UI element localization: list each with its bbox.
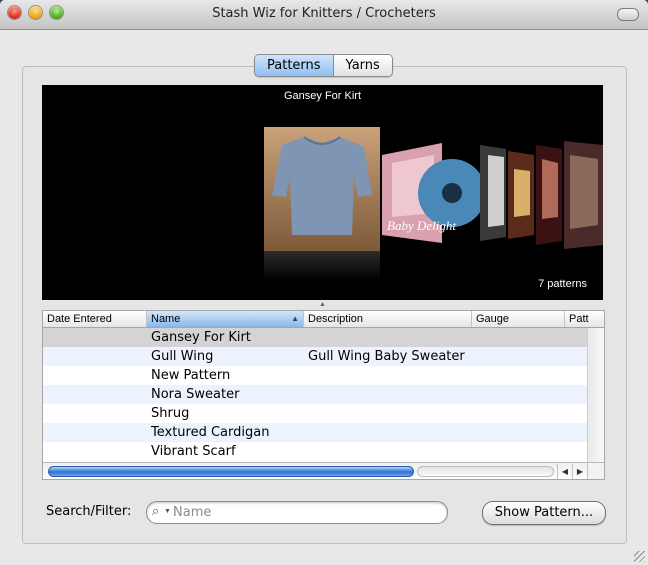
table-row[interactable]: Shrug <box>43 404 587 423</box>
table-row[interactable]: Nora Sweater <box>43 385 587 404</box>
column-pattern[interactable]: Patt <box>565 311 604 327</box>
show-pattern-button[interactable]: Show Pattern... <box>482 501 606 525</box>
horizontal-scrollbar[interactable]: ◀ ▶ <box>43 462 604 479</box>
scroll-corner <box>587 463 604 479</box>
scroll-right-icon[interactable]: ▶ <box>572 464 587 479</box>
column-name[interactable]: Name ▲ <box>147 311 304 327</box>
window-title: Stash Wiz for Knitters / Crocheters <box>212 6 436 21</box>
row-name: New Pattern <box>151 368 231 383</box>
row-name: Textured Cardigan <box>151 425 270 440</box>
row-name: Nora Sweater <box>151 387 240 402</box>
tab-yarns[interactable]: Yarns <box>333 55 392 76</box>
sort-ascending-icon: ▲ <box>291 314 299 323</box>
column-name-label: Name <box>151 313 181 325</box>
search-field[interactable]: ⌕ ▼ <box>146 501 448 524</box>
row-name: Gull Wing <box>151 349 214 364</box>
patterns-table: Date Entered Name ▲ Description Gauge Pa… <box>42 310 605 480</box>
splitter-arrow-icon: ▲ <box>319 301 326 308</box>
title-bar: Stash Wiz for Knitters / Crocheters <box>0 0 648 30</box>
magnifier-icon[interactable]: ⌕ <box>152 503 159 519</box>
search-input[interactable] <box>173 504 435 520</box>
table-row[interactable]: Textured Cardigan <box>43 423 587 442</box>
tab-patterns[interactable]: Patterns <box>255 55 334 76</box>
table-rows: Gansey For Kirt Gull Wing Gull Wing Baby… <box>43 328 587 461</box>
search-menu-chevron-icon[interactable]: ▼ <box>164 508 171 515</box>
cover-flow-images: Baby Delight <box>264 127 603 281</box>
toolbar-toggle-button[interactable] <box>617 8 639 21</box>
column-gauge[interactable]: Gauge <box>472 311 565 327</box>
tab-segmented-control: Patterns Yarns <box>254 54 393 77</box>
cover-flow-view[interactable]: Gansey For Kirt Baby Delight 7 patterns <box>42 85 603 300</box>
table-row[interactable]: Vibrant Scarf <box>43 442 587 461</box>
row-description: Gull Wing Baby Sweater <box>308 349 465 364</box>
cover-baby-delight[interactable]: Baby Delight <box>382 143 486 243</box>
row-name: Vibrant Scarf <box>151 444 236 459</box>
horizontal-scroll-track[interactable] <box>417 466 554 477</box>
horizontal-scroll-thumb[interactable] <box>48 466 414 477</box>
cover-gansey-for-kirt[interactable] <box>264 127 380 281</box>
search-filter-label: Search/Filter: <box>46 504 132 519</box>
baby-delight-cover-text: Baby Delight <box>387 218 456 233</box>
app-window: Stash Wiz for Knitters / Crocheters Patt… <box>0 0 648 565</box>
column-date-entered[interactable]: Date Entered <box>43 311 147 327</box>
row-name: Gansey For Kirt <box>151 330 251 345</box>
table-row[interactable]: Gansey For Kirt <box>43 328 587 347</box>
column-description[interactable]: Description <box>304 311 472 327</box>
table-header: Date Entered Name ▲ Description Gauge Pa… <box>43 311 604 328</box>
resize-grip-icon[interactable] <box>634 551 645 562</box>
splitter-handle[interactable]: ▲ <box>42 300 603 310</box>
row-name: Shrug <box>151 406 190 421</box>
table-row[interactable]: Gull Wing Gull Wing Baby Sweater <box>43 347 587 366</box>
table-row[interactable]: New Pattern <box>43 366 587 385</box>
pattern-count: 7 patterns <box>538 278 587 290</box>
vertical-scrollbar[interactable] <box>587 328 604 462</box>
scroll-left-icon[interactable]: ◀ <box>557 464 572 479</box>
